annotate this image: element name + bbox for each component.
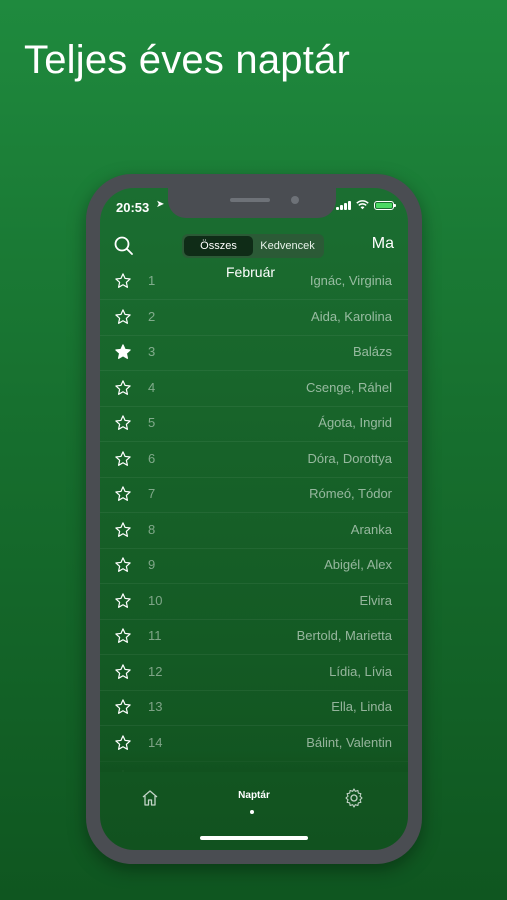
star-outline-icon[interactable] — [114, 734, 132, 752]
star-outline-icon[interactable] — [114, 627, 132, 645]
day-number: 10 — [148, 592, 163, 608]
list-item[interactable]: 10 Elvira — [100, 584, 408, 620]
name-day-names: Elvira — [359, 592, 392, 608]
day-number: 4 — [148, 379, 156, 395]
star-outline-icon[interactable] — [114, 308, 132, 326]
list-item[interactable]: 4 Csenge, Ráhel — [100, 371, 408, 407]
star-outline-icon[interactable] — [114, 556, 132, 574]
day-number: 13 — [148, 699, 163, 714]
name-day-names: Csenge, Ráhel — [306, 379, 392, 395]
name-day-names: Bertold, Marietta — [296, 628, 392, 643]
day-number: 8 — [148, 521, 156, 537]
star-outline-icon[interactable] — [114, 450, 132, 468]
list-item[interactable]: 6 Dóra, Dorottya — [100, 442, 408, 478]
home-indicator[interactable] — [200, 836, 308, 840]
front-camera — [291, 196, 299, 204]
day-number: 14 — [148, 734, 163, 750]
name-day-names: Lídia, Lívia — [329, 663, 392, 679]
tab-active-indicator — [250, 810, 254, 814]
name-day-names: Balázs — [352, 344, 392, 359]
speaker-grille — [230, 198, 270, 202]
name-day-names: Bálint, Valentin — [306, 734, 392, 750]
name-day-names: Ella, Linda — [331, 699, 392, 714]
star-outline-icon[interactable] — [114, 592, 132, 610]
star-outline-icon[interactable] — [114, 379, 132, 397]
name-day-names: Aida, Karolina — [311, 308, 392, 324]
phone-frame: 20:53 ➤ Összes Kedvencek Ma Február 1 Ig… — [86, 174, 422, 864]
name-day-list: Február 1 Ignác, Virginia 2 Aida, Karolina 3… — [100, 264, 408, 772]
name-day-names: Dóra, Dorottya — [307, 450, 392, 466]
name-day-names: Aranka — [350, 521, 392, 537]
name-day-names: Abigél, Alex — [324, 557, 392, 572]
status-time: 20:53 — [116, 200, 150, 215]
list-item[interactable]: 2 Aida, Karolina — [100, 300, 408, 336]
today-button[interactable]: Ma — [372, 235, 394, 253]
day-number: 3 — [148, 344, 156, 359]
battery-icon — [374, 200, 396, 210]
star-filled-icon[interactable] — [114, 343, 132, 361]
star-outline-icon[interactable] — [114, 272, 132, 290]
star-outline-icon[interactable] — [114, 485, 132, 503]
list-item[interactable]: 11 Bertold, Marietta — [100, 619, 408, 655]
search-icon[interactable] — [112, 234, 136, 258]
app-screen: 20:53 ➤ Összes Kedvencek Ma Február 1 Ig… — [100, 188, 408, 850]
day-number: 7 — [148, 486, 156, 501]
segment-osszes[interactable]: Összes — [184, 236, 253, 256]
star-outline-icon[interactable] — [114, 663, 132, 681]
day-number: 6 — [148, 450, 156, 466]
list-item[interactable]: 7 Rómeó, Tódor — [100, 477, 408, 513]
tab-naptar[interactable]: Naptár — [230, 790, 278, 801]
toolbar: Összes Kedvencek Ma — [100, 232, 408, 262]
cellular-signal-icon — [336, 200, 351, 210]
status-indicators — [336, 200, 396, 210]
day-number: 9 — [148, 557, 156, 572]
list-item[interactable]: 13 Ella, Linda — [100, 690, 408, 726]
day-number: 12 — [148, 663, 163, 679]
tab-bar: Naptár — [100, 784, 408, 824]
day-number: 5 — [148, 415, 156, 430]
list-item[interactable]: 3 Balázs — [100, 335, 408, 371]
star-outline-icon[interactable] — [114, 414, 132, 432]
list-item[interactable]: 5 Ágota, Ingrid — [100, 406, 408, 442]
name-day-names: Rómeó, Tódor — [309, 486, 392, 501]
name-day-names: Ignác, Virginia — [309, 273, 392, 288]
day-number: 2 — [148, 308, 156, 324]
list-item[interactable]: 9 Abigél, Alex — [100, 548, 408, 584]
segment-kedvencek[interactable]: Kedvencek — [253, 236, 322, 256]
day-number: 11 — [148, 628, 162, 643]
filter-segmented-control: Összes Kedvencek — [182, 234, 324, 258]
list-item[interactable]: 8 Aranka — [100, 513, 408, 549]
list-fade — [100, 750, 408, 772]
month-header: Február — [226, 264, 276, 280]
list-item[interactable]: 12 Lídia, Lívia — [100, 655, 408, 691]
star-outline-icon[interactable] — [114, 698, 132, 716]
phone-notch — [168, 188, 336, 218]
headline: Teljes éves naptár — [24, 38, 351, 82]
gear-icon[interactable] — [344, 788, 364, 808]
name-day-names: Ágota, Ingrid — [318, 415, 392, 430]
location-arrow-icon: ➤ — [156, 199, 165, 210]
star-outline-icon[interactable] — [114, 521, 132, 539]
wifi-icon — [356, 200, 369, 210]
home-icon[interactable] — [140, 788, 160, 808]
day-number: 1 — [148, 273, 156, 288]
